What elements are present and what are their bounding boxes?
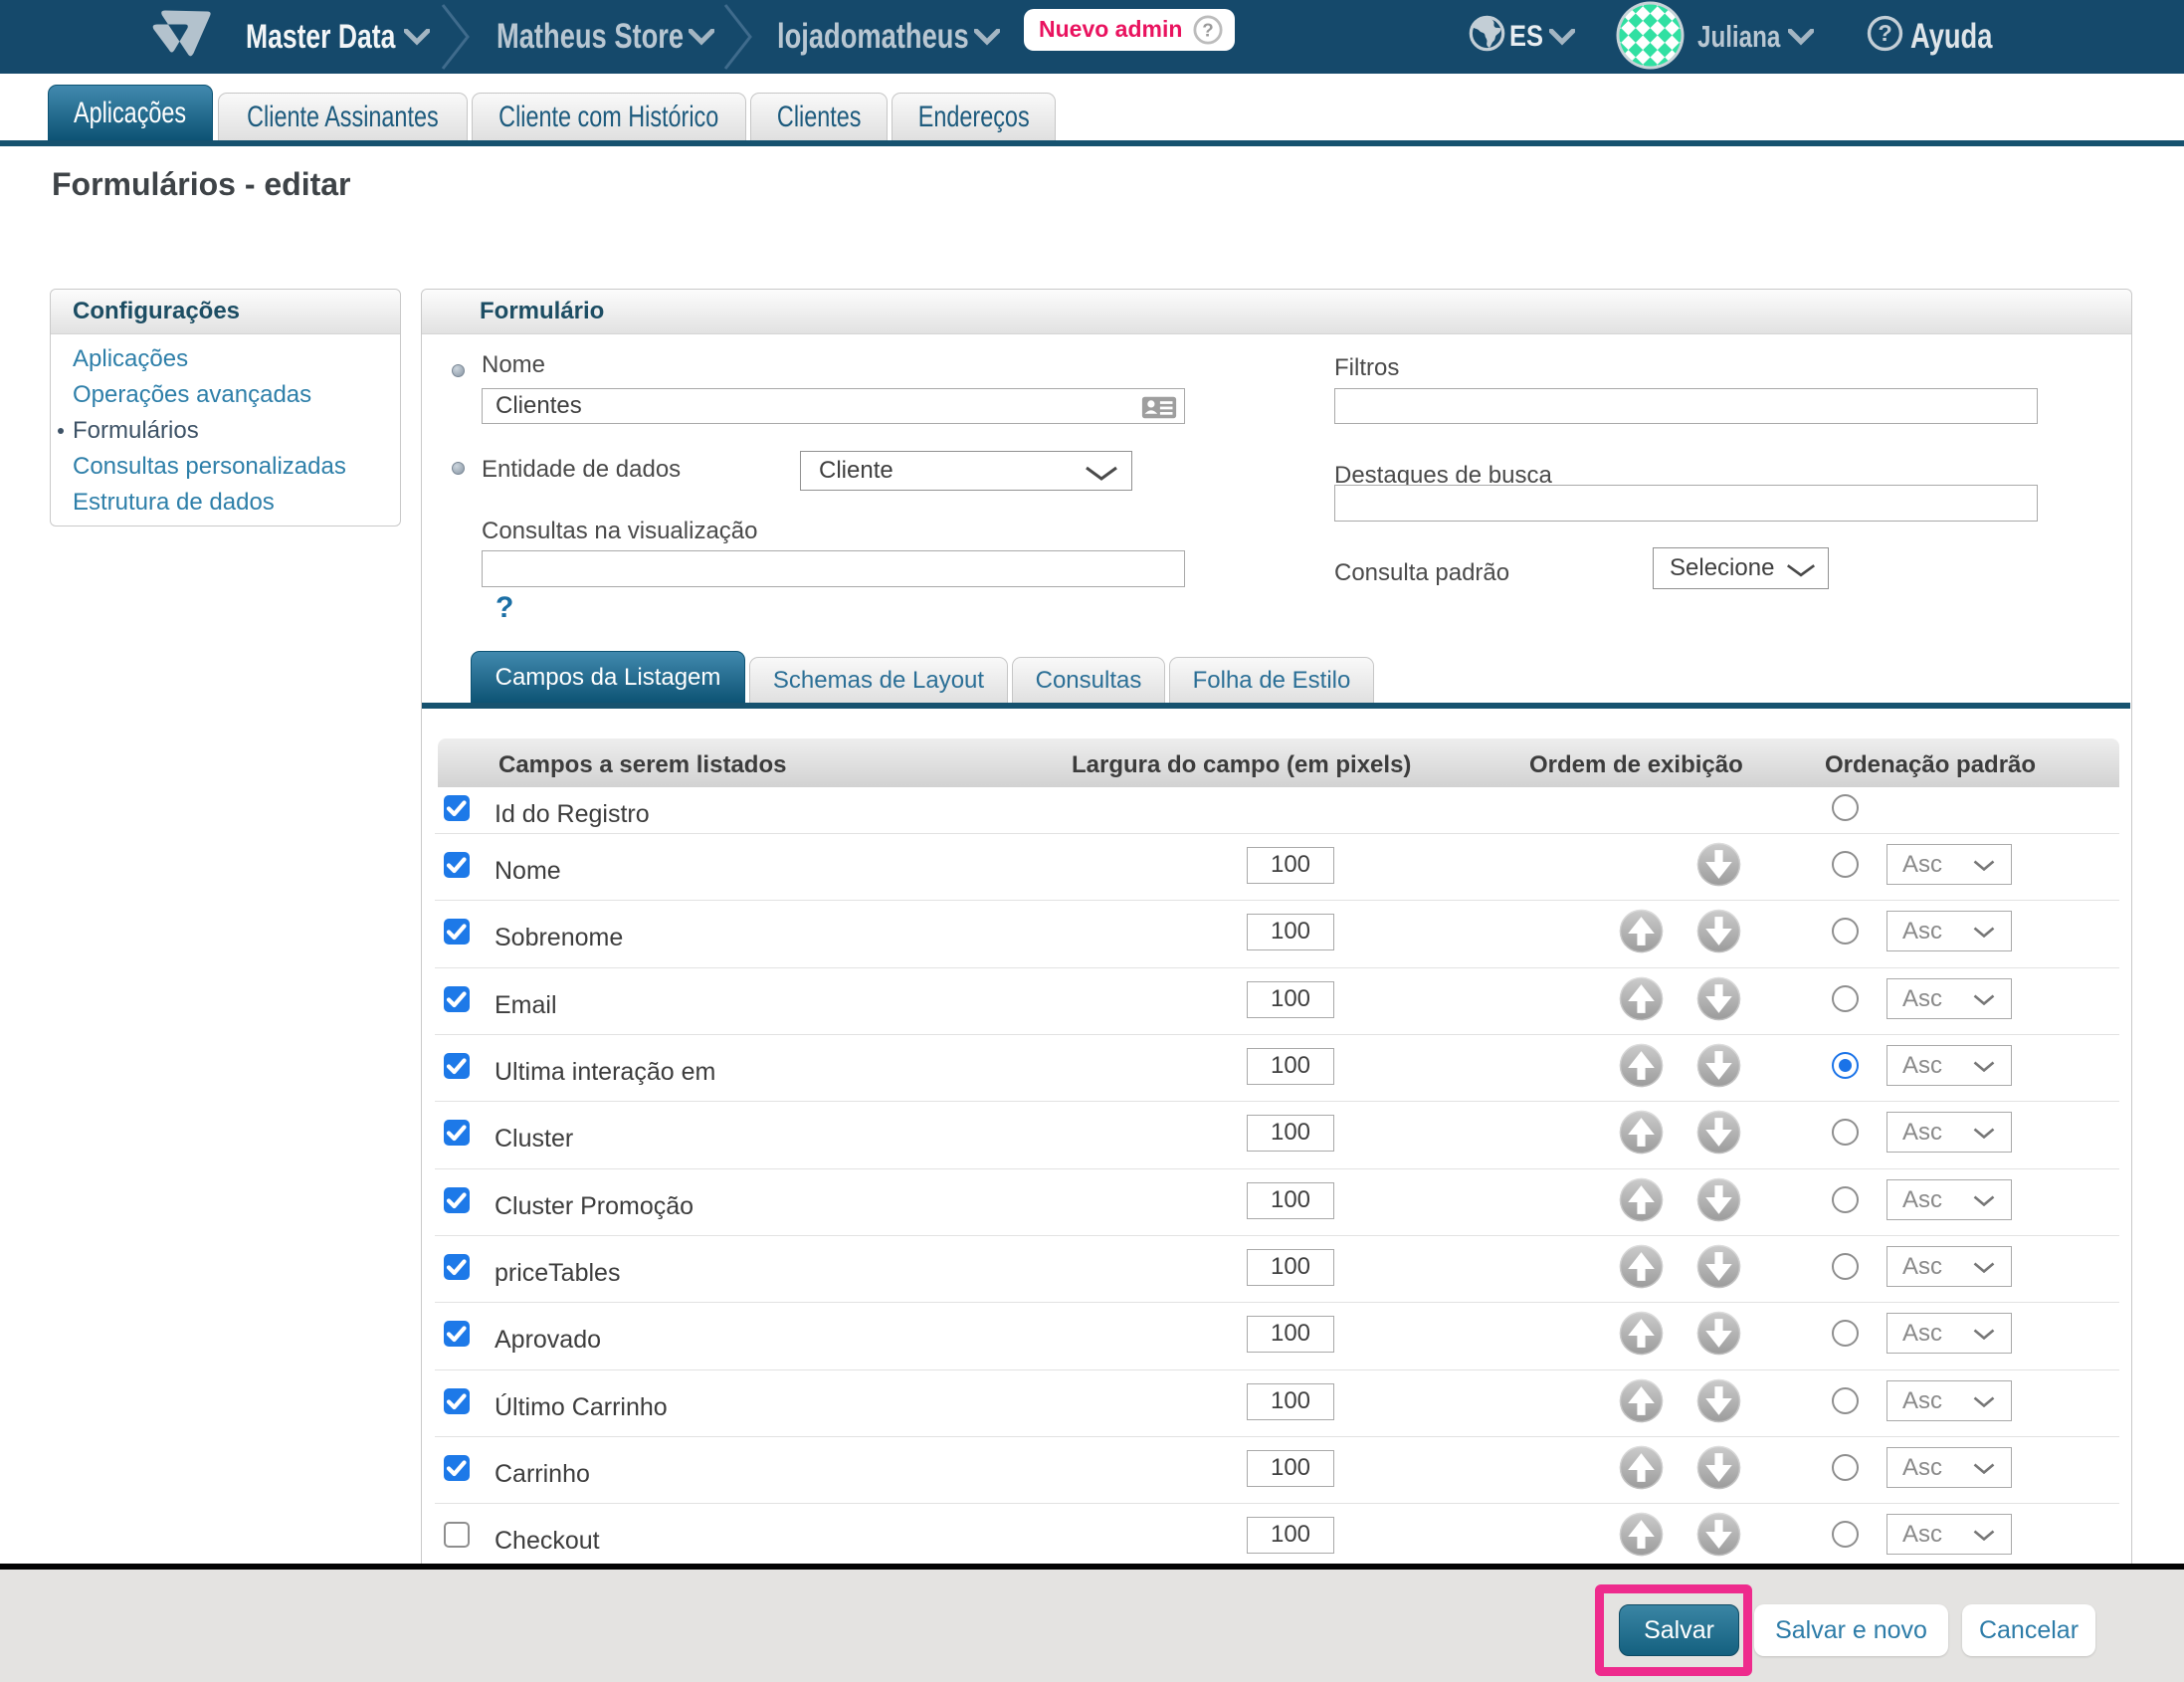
svg-text:?: ? xyxy=(1878,20,1891,46)
svg-text:?: ? xyxy=(1202,20,1213,41)
